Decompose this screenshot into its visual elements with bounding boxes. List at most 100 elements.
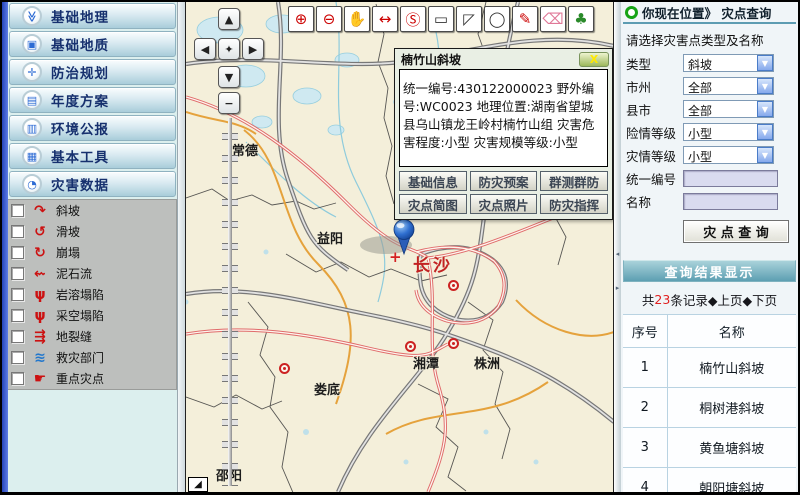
result-row[interactable]: 4朝阳塘斜坡 [623, 468, 796, 493]
layer-row-landslide[interactable]: ↺滑坡 [8, 221, 176, 242]
layer-row-slope[interactable]: ↷斜坡 [8, 200, 176, 221]
sidebar-item-prevention-planning[interactable]: ✛防治规划 [9, 59, 176, 85]
zoom-minus-button[interactable]: − [218, 92, 240, 114]
map-label-city: 长沙 [413, 251, 453, 276]
popup-tab-site-sketch[interactable]: 灾点简图 [399, 194, 467, 214]
disaster-site-marker-icon[interactable] [279, 363, 290, 374]
result-row[interactable]: 3黄鱼塘斜坡 [623, 428, 796, 468]
key-disaster-point-checkbox[interactable] [11, 372, 24, 385]
pan-center-button[interactable]: ✦ [218, 38, 240, 60]
name-input[interactable] [683, 193, 778, 210]
collapse-checkbox[interactable] [11, 246, 24, 259]
next-page-link[interactable]: ◆下页 [742, 290, 777, 309]
chevron-down-icon[interactable]: ▼ [757, 124, 773, 140]
polygon-select-button[interactable]: ◸ [456, 6, 482, 32]
scale-button[interactable]: Ⓢ [400, 6, 426, 32]
chevron-down-icon[interactable]: ▼ [757, 101, 773, 117]
circle-select-button[interactable]: ◯ [484, 6, 510, 32]
popup-tab-basic-info[interactable]: 基础信息 [399, 171, 467, 191]
pan-icon: ✋ [348, 10, 367, 28]
sidebar-item-basic-tools[interactable]: ▦基本工具 [9, 143, 176, 169]
result-row[interactable]: 1楠竹山斜坡 [623, 348, 796, 388]
county-select[interactable]: 全部▼ [683, 100, 774, 118]
tree-extent-button[interactable]: ♣ [568, 6, 594, 32]
popup-close-button[interactable]: X [579, 52, 609, 67]
disaster-site-marker-icon[interactable] [405, 341, 416, 352]
pan-button[interactable]: ✋ [344, 6, 370, 32]
type-select[interactable]: 斜坡▼ [683, 54, 774, 72]
result-index[interactable]: 3 [623, 428, 667, 468]
result-index[interactable]: 2 [623, 388, 667, 428]
sidebar-item-environment-bulletin[interactable]: ▥环境公报 [9, 115, 176, 141]
layer-row-ground-fissure[interactable]: ⇶地裂缝 [8, 326, 176, 347]
sidebar-item-basic-geography[interactable]: ≫基础地理 [9, 3, 176, 29]
panel-splitter[interactable]: ◂ ▸ [613, 2, 621, 492]
zoom-in-button[interactable]: ⊕ [288, 6, 314, 32]
chevron-down-icon[interactable]: ▼ [757, 55, 773, 71]
slope-checkbox[interactable] [11, 204, 24, 217]
county-selected-value: 全部 [684, 101, 757, 117]
pan-up-button[interactable]: ▲ [218, 8, 240, 30]
landslide-checkbox[interactable] [11, 225, 24, 238]
polygon-select-icon: ◸ [463, 10, 475, 28]
popup-tab-disaster-command[interactable]: 防灾指挥 [540, 194, 608, 214]
pan-down-button[interactable]: ▼ [218, 66, 240, 88]
popup-tab-prevention-plan[interactable]: 防灾预案 [470, 171, 538, 191]
result-name[interactable]: 黄鱼塘斜坡 [667, 428, 796, 468]
rect-select-button[interactable]: ▭ [428, 6, 454, 32]
sidebar-splitter[interactable] [177, 2, 185, 492]
disaster-level-selected-value: 小型 [684, 147, 757, 163]
popup-tab-site-photo[interactable]: 灾点照片 [470, 194, 538, 214]
result-index[interactable]: 4 [623, 468, 667, 493]
prev-page-link[interactable]: ◆上页 [708, 290, 743, 309]
sidebar-item-annual-plan[interactable]: ▤年度方案 [9, 87, 176, 113]
result-name[interactable]: 楠竹山斜坡 [667, 348, 796, 388]
result-row[interactable]: 2桐树港斜坡 [623, 388, 796, 428]
layer-row-karst-collapse[interactable]: ψ岩溶塌陷 [8, 284, 176, 305]
breadcrumb: 你现在位置》 灾点查询 [623, 2, 796, 24]
popup-tab-group-monitoring[interactable]: 群测群防 [540, 171, 608, 191]
debris-flow-icon: ⇜ [31, 267, 49, 281]
layer-row-mined-out-collapse[interactable]: ψ采空塌陷 [8, 305, 176, 326]
karst-collapse-checkbox[interactable] [11, 288, 24, 301]
rescue-department-checkbox[interactable] [11, 351, 24, 364]
danger-level-select[interactable]: 小型▼ [683, 123, 774, 141]
debris-flow-checkbox[interactable] [11, 267, 24, 280]
result-name[interactable]: 朝阳塘斜坡 [667, 468, 796, 493]
pan-left-button[interactable]: ◀ [194, 38, 216, 60]
result-index[interactable]: 1 [623, 348, 667, 388]
disaster-level-select[interactable]: 小型▼ [683, 146, 774, 164]
column-index: 序号 [623, 315, 667, 348]
form-row-prefecture: 市州全部▼ [626, 77, 796, 95]
eraser-button[interactable]: ⌫ [540, 6, 566, 32]
sidebar-item-label: 基础地理 [51, 6, 109, 26]
layer-row-rescue-department[interactable]: ≋救灾部门 [8, 347, 176, 368]
layer-row-key-disaster-point[interactable]: ☛重点灾点 [8, 368, 176, 389]
measure-button[interactable]: ↔ [372, 6, 398, 32]
pan-right-button[interactable]: ▶ [242, 38, 264, 60]
ground-fissure-checkbox[interactable] [11, 330, 24, 343]
disaster-site-marker-icon[interactable] [448, 280, 459, 291]
zoom-level-slider[interactable] [222, 118, 238, 486]
mined-out-collapse-checkbox[interactable] [11, 309, 24, 322]
disaster-site-marker-icon[interactable] [448, 338, 459, 349]
search-button[interactable]: 灾 点 查 询 [683, 220, 789, 243]
sidebar-item-label: 灾害数据 [51, 174, 109, 194]
map-label-city: 娄底 [314, 379, 340, 398]
zoom-out-button[interactable]: ⊖ [316, 6, 342, 32]
prefecture-select[interactable]: 全部▼ [683, 77, 774, 95]
sidebar-item-disaster-data[interactable]: ◔灾害数据 [9, 171, 176, 197]
chevron-down-icon[interactable]: ▼ [757, 78, 773, 94]
sidebar-nav: ≫基础地理▣基础地质✛防治规划▤年度方案▥环境公报▦基本工具◔灾害数据 [8, 2, 177, 199]
tree-extent-icon: ♣ [574, 10, 587, 28]
sidebar-item-basic-geology[interactable]: ▣基础地质 [9, 31, 176, 57]
unified-code-input[interactable] [683, 170, 778, 187]
overview-toggle-button[interactable]: ◢ [188, 477, 208, 492]
map-viewport[interactable]: 常德益阳长沙湘潭株洲娄底邵阳 + ⊕⊖✋↔Ⓢ▭◸◯✎⌫♣ ▲ ◀ ✦ ▶ ▼ −… [185, 2, 613, 492]
result-name[interactable]: 桐树港斜坡 [667, 388, 796, 428]
chevron-down-icon[interactable]: ▼ [757, 147, 773, 163]
zoom-out-icon: ⊖ [323, 10, 336, 28]
draw-line-button[interactable]: ✎ [512, 6, 538, 32]
layer-row-debris-flow[interactable]: ⇜泥石流 [8, 263, 176, 284]
layer-row-collapse[interactable]: ↻崩塌 [8, 242, 176, 263]
